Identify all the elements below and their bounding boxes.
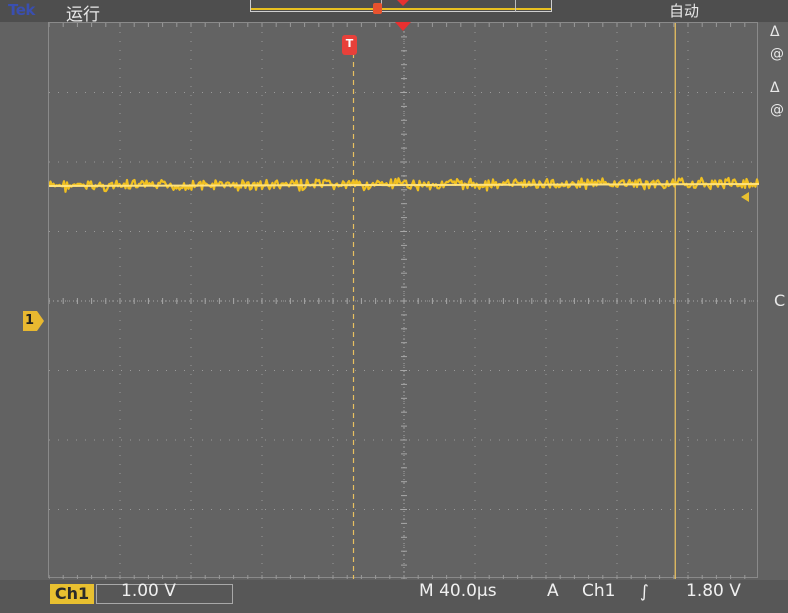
cursor-at-1: @ [770,46,784,62]
rising-edge-icon: ∫ [640,582,649,602]
channel1-label[interactable]: Ch1 [50,584,94,604]
trigger-level-readout: 1.80 V [686,581,741,601]
cursor-at-2: @ [770,102,784,118]
timebase-readout: M 40.0µs [419,581,497,601]
record-trigger-arrow-icon [397,0,409,6]
channel1-marker-number: 1 [25,313,35,328]
right-c-label: C [774,291,786,310]
channel1-trace-core [49,183,759,187]
tek-logo: Tek [8,1,35,19]
graticule [48,22,759,579]
trigger-source: Ch1 [582,581,616,601]
volts-per-div: 1.00 V [121,581,176,601]
channel1-ground-marker[interactable]: 1 [23,311,44,331]
record-trigger-position-icon [373,3,382,14]
trigger-level-marker-icon [741,192,749,202]
trigger-position-marker[interactable]: T [342,35,357,55]
oscilloscope-screen: Tek 运行 自动 T 1 Δ @ Δ @ C Ch1 1.00 V M 40.… [0,0,788,613]
trigger-mode: 自动 [669,2,700,20]
waveform-display [49,23,759,579]
top-status-bar: Tek 运行 自动 [0,0,788,25]
cursor-delta-1: Δ [770,24,780,40]
cursor-delta-2: Δ [770,80,780,96]
acquire-mode: A [547,581,559,601]
trigger-point-marker-icon [395,22,411,31]
